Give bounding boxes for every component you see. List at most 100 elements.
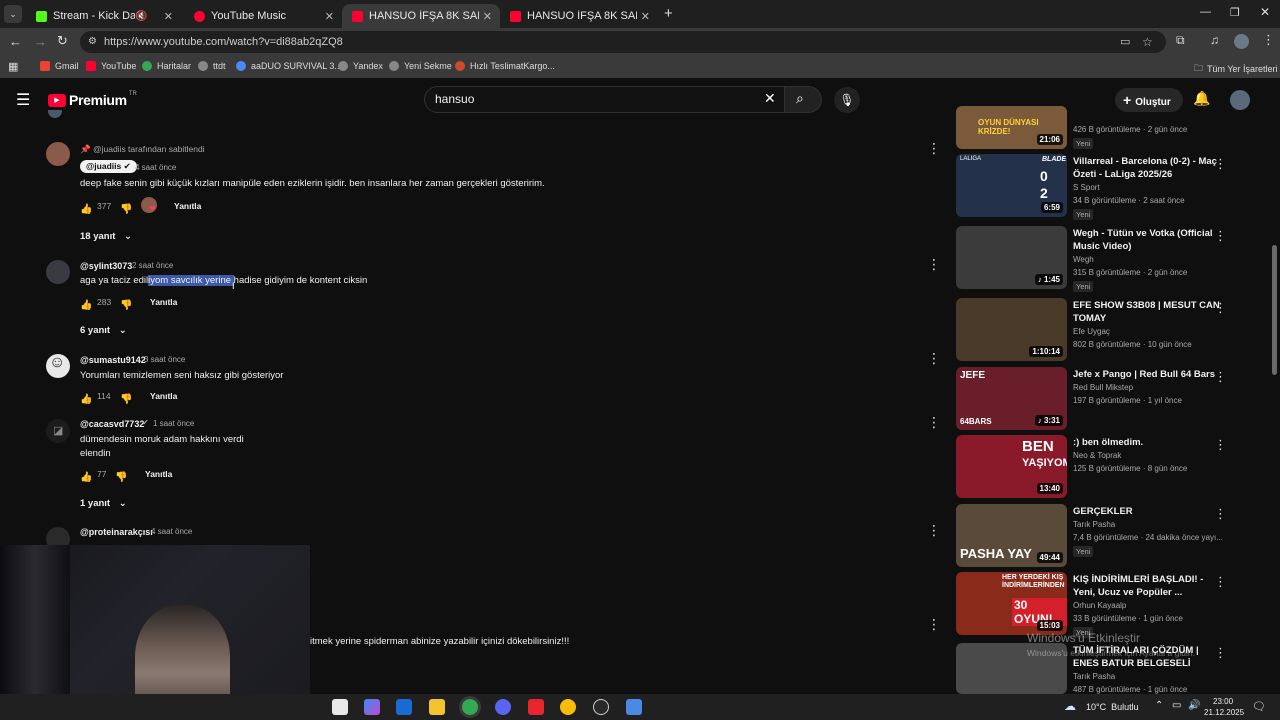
- close-tab-icon[interactable]: ✕: [164, 10, 173, 23]
- video-title[interactable]: Villarreal - Barcelona (0-2) - Maç Özeti…: [1073, 155, 1223, 181]
- video-menu-icon[interactable]: ⋮: [1214, 156, 1227, 172]
- forward-icon[interactable]: →: [34, 34, 47, 49]
- video-menu-icon[interactable]: ⋮: [1214, 506, 1227, 522]
- show-replies-button[interactable]: 18 yanıt ⌄: [80, 231, 132, 242]
- related-video[interactable]: JEFE 64BARS ♪ 3:31 Jefe x Pango | Red Bu…: [956, 367, 1256, 431]
- channel-name[interactable]: Orhun Kayaalp: [1073, 601, 1126, 610]
- apps-icon[interactable]: ▦: [8, 60, 18, 73]
- taskbar-app-icon[interactable]: [528, 699, 544, 715]
- back-icon[interactable]: ←: [9, 34, 22, 49]
- notification-center-icon[interactable]: 🗨: [1252, 700, 1266, 713]
- video-title[interactable]: Wegh - Tütün ve Votka (Official Music Vi…: [1073, 227, 1223, 253]
- bookmark-aaduo[interactable]: aaDUO SURVIVAL 3...: [236, 61, 342, 71]
- comment-menu-icon[interactable]: [927, 414, 941, 431]
- dislike-button[interactable]: 👎: [115, 467, 127, 485]
- video-thumbnail[interactable]: LALIGA BLADE 02 6:59: [956, 154, 1067, 217]
- avatar[interactable]: [46, 260, 70, 284]
- avatar[interactable]: [46, 142, 70, 166]
- taskbar-obs-icon[interactable]: [593, 699, 609, 715]
- all-bookmarks[interactable]: 🗀 Tüm Yer İşaretleri: [1194, 61, 1278, 77]
- reply-button[interactable]: Yanıtla: [145, 469, 172, 479]
- weather-text[interactable]: 10°C Bulutlu: [1086, 702, 1139, 712]
- taskbar-explorer-icon[interactable]: [429, 699, 445, 715]
- video-thumbnail[interactable]: JEFE 64BARS ♪ 3:31: [956, 367, 1067, 430]
- channel-name[interactable]: Efe Uygaç: [1073, 327, 1110, 336]
- comment-menu-icon[interactable]: [927, 350, 941, 367]
- comment-author[interactable]: @cacasvd7732: [80, 419, 144, 429]
- video-title[interactable]: :) ben ölmedim.: [1073, 436, 1223, 449]
- video-thumbnail[interactable]: HER YERDEKİ KIŞ İNDİRİMLERİNDEN 30 OYUN! …: [956, 572, 1067, 635]
- reply-button[interactable]: Yanıtla: [150, 391, 177, 401]
- avatar[interactable]: ◪: [46, 419, 70, 443]
- related-video[interactable]: OYUN DÜNYASI KRİZDE! 21:06 426 B görüntül…: [956, 106, 1256, 149]
- related-video[interactable]: 1:10:14 EFE SHOW S3B08 | MESUT CAN TOMAY…: [956, 298, 1256, 362]
- show-replies-button[interactable]: 6 yanıt ⌄: [80, 325, 127, 336]
- video-menu-icon[interactable]: ⋮: [1214, 228, 1227, 244]
- reply-button[interactable]: Yanıtla: [174, 201, 201, 211]
- bookmark-ttdt[interactable]: ttdt: [198, 61, 226, 71]
- taskbar-outlook-icon[interactable]: [396, 699, 412, 715]
- comment-menu-icon[interactable]: [927, 256, 941, 273]
- comment-time[interactable]: 4 saat önce: [151, 527, 192, 536]
- show-replies-button[interactable]: 1 yanıt ⌄: [80, 498, 127, 509]
- tray-chevron-icon[interactable]: ⌃: [1155, 700, 1163, 711]
- related-video[interactable]: PASHA YAY 49:44 GERÇEKLER Tarık Pasha 7,…: [956, 504, 1256, 568]
- tab-hansuo-active[interactable]: HANSUO İFŞA 8K SANSÜRSÜZ ✕: [342, 4, 500, 28]
- like-button[interactable]: 👍: [80, 199, 92, 217]
- url-field[interactable]: ⚙ https://www.youtube.com/watch?v=di88ab…: [80, 31, 1166, 53]
- comment-time[interactable]: 2 saat önce: [132, 261, 173, 270]
- restore-button[interactable]: ❐: [1230, 6, 1240, 19]
- comment-menu-icon[interactable]: [927, 616, 941, 633]
- notifications-bell-icon[interactable]: 🔔: [1193, 90, 1210, 107]
- hamburger-menu-icon[interactable]: ☰: [16, 90, 30, 110]
- extensions-icon[interactable]: ⧉: [1176, 33, 1185, 48]
- close-tab-icon[interactable]: ✕: [483, 10, 492, 23]
- bookmark-star-icon[interactable]: ☆: [1142, 31, 1153, 53]
- minimize-button[interactable]: —: [1200, 6, 1211, 18]
- creator-badge[interactable]: @juadiis ✔: [80, 160, 137, 173]
- taskbar-chrome-active-icon[interactable]: [462, 699, 478, 715]
- tray-network-icon[interactable]: ▭: [1172, 700, 1181, 711]
- video-title[interactable]: Jefe x Pango | Red Bull 64 Bars: [1073, 368, 1223, 381]
- clock-date[interactable]: 21.12.2025: [1204, 708, 1244, 717]
- taskbar-discord-icon[interactable]: [495, 699, 511, 715]
- tab-hansuo[interactable]: HANSUO İFŞA 8K SANSÜRSÜZ ✕: [500, 4, 658, 28]
- taskbar-chrome-icon[interactable]: [560, 699, 576, 715]
- video-thumbnail[interactable]: BEN YAŞIYOM 13:40: [956, 435, 1067, 498]
- weather-icon[interactable]: ☁: [1064, 699, 1076, 713]
- like-button[interactable]: 👍: [80, 467, 92, 485]
- video-menu-icon[interactable]: ⋮: [1214, 437, 1227, 453]
- comment-time[interactable]: 1 saat önce: [153, 419, 194, 428]
- bookmark-yeni-sekme[interactable]: Yeni Sekme: [389, 61, 452, 71]
- video-menu-icon[interactable]: ⋮: [1214, 300, 1227, 316]
- related-video[interactable]: HER YERDEKİ KIŞ İNDİRİMLERİNDEN 30 OYUN! …: [956, 572, 1256, 638]
- tray-volume-icon[interactable]: 🔊: [1188, 700, 1200, 711]
- related-video[interactable]: ♪ 1:45 Wegh - Tütün ve Votka (Official M…: [956, 226, 1256, 292]
- video-title[interactable]: KIŞ İNDİRİMLERİ BAŞLADI! - Yeni, Ucuz ve…: [1073, 573, 1223, 599]
- avatar[interactable]: ☺: [46, 354, 70, 378]
- voice-search-icon[interactable]: 🎙: [834, 87, 860, 113]
- video-title[interactable]: GERÇEKLER: [1073, 505, 1223, 518]
- search-button[interactable]: ⌕: [784, 86, 822, 113]
- comment-author[interactable]: @proteinarakçısı: [80, 527, 153, 537]
- taskbar-copilot-icon[interactable]: [364, 699, 380, 715]
- channel-name[interactable]: Tarık Pasha: [1073, 672, 1115, 681]
- close-window-button[interactable]: ✕: [1260, 5, 1270, 19]
- channel-name[interactable]: Neo & Toprak: [1073, 451, 1121, 460]
- like-button[interactable]: 👍: [80, 389, 92, 407]
- bookmark-gmail[interactable]: Gmail: [40, 61, 79, 71]
- dislike-button[interactable]: 👎: [120, 295, 132, 313]
- bookmark-hizli-teslimat[interactable]: Hızlı TeslimatKargo...: [455, 61, 555, 71]
- create-button[interactable]: + Oluştur: [1115, 88, 1183, 112]
- video-menu-icon[interactable]: ⋮: [1214, 574, 1227, 590]
- video-menu-icon[interactable]: ⋮: [1214, 369, 1227, 385]
- clear-search-icon[interactable]: ✕: [764, 90, 776, 107]
- close-tab-icon[interactable]: ✕: [641, 10, 650, 23]
- comment-menu-icon[interactable]: [927, 522, 941, 539]
- browser-menu-icon[interactable]: ⋮: [1262, 32, 1275, 48]
- comment-author[interactable]: @sumastu9142: [80, 355, 146, 365]
- youtube-logo[interactable]: ▶ Premium TR: [48, 91, 137, 108]
- comment-author[interactable]: @sylint3073: [80, 261, 132, 271]
- video-title[interactable]: EFE SHOW S3B08 | MESUT CAN TOMAY: [1073, 299, 1223, 325]
- profile-avatar[interactable]: [1234, 34, 1249, 49]
